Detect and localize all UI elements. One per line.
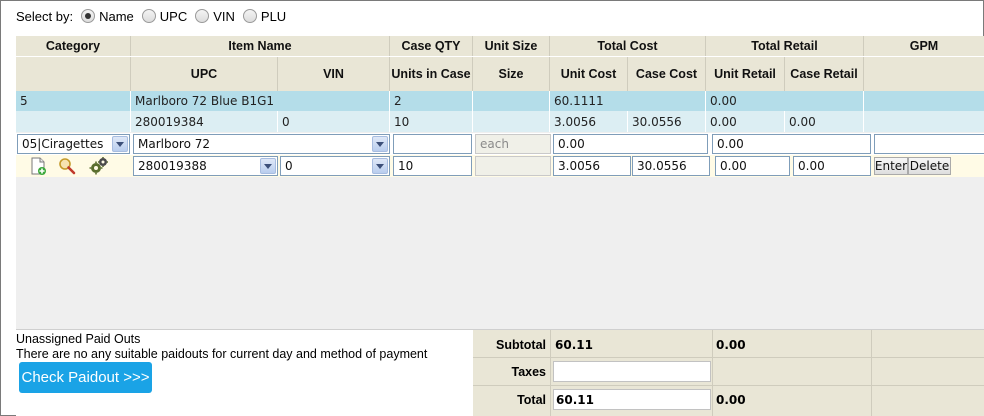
cell-units-in-case: 10 (390, 111, 473, 132)
cell-case-qty: 2 (390, 91, 473, 111)
units-in-case-input[interactable]: 10 (393, 156, 472, 176)
total-retail-value: 0.00 (716, 392, 746, 407)
case-cost-input[interactable]: 30.0556 (632, 156, 710, 176)
subtotal-retail-value: 0.00 (716, 337, 746, 352)
header-unit-size: Unit Size (473, 36, 550, 56)
chevron-down-icon[interactable] (372, 136, 388, 152)
item-name-combobox[interactable]: Marlboro 72 (133, 134, 390, 154)
taxes-label: Taxes (511, 364, 546, 379)
cell-unit-size (473, 91, 550, 111)
table-row[interactable]: 5 Marlboro 72 Blue B1G1 2 60.1111 0.00 (16, 91, 984, 111)
header-item-name: Item Name (131, 36, 390, 56)
radio-name[interactable]: Name (81, 9, 134, 24)
header-vin: VIN (278, 57, 390, 91)
taxes-row: Taxes (473, 358, 984, 385)
select-by-label: Select by: (16, 8, 74, 24)
case-qty-input[interactable] (393, 134, 472, 154)
radio-unselected-icon[interactable] (141, 9, 156, 23)
cell-unit-cost: 3.0056 (550, 111, 628, 132)
cell-vin: 0 (278, 111, 390, 132)
cell-case-retail: 0.00 (785, 111, 864, 132)
gpm-input[interactable] (874, 134, 984, 154)
radio-selected-icon[interactable] (81, 9, 96, 23)
enter-button[interactable]: Enter (874, 157, 908, 175)
totals-panel: Subtotal 60.11 0.00 Taxes Total 60.11 0.… (473, 330, 984, 416)
new-document-icon[interactable] (28, 156, 48, 176)
cell-item-name: Marlboro 72 Blue B1G1 (131, 91, 390, 111)
radio-vin[interactable]: VIN (195, 9, 235, 24)
header-total-cost: Total Cost (550, 36, 706, 56)
header-blank (16, 57, 131, 91)
vin-combobox[interactable]: 0 (280, 156, 390, 176)
cell-size (473, 111, 550, 132)
subtotal-row: Subtotal 60.11 0.00 (473, 331, 984, 358)
window-frame: Select by: Name UPC VIN PLU Category Ite… (0, 0, 984, 416)
cell-blank (864, 111, 984, 132)
search-icon[interactable] (57, 156, 77, 176)
header-blank (864, 57, 984, 91)
select-by-bar: Select by: Name UPC VIN PLU (16, 7, 294, 25)
edit-row-2: 280019388 0 10 3.0056 30.0556 0.00 0.00 … (16, 155, 984, 177)
upc-combobox[interactable]: 280019388 (133, 156, 278, 176)
unit-size-input[interactable]: each (475, 134, 551, 154)
total-label: Total (517, 392, 546, 407)
cell-case-cost: 30.0556 (628, 111, 706, 132)
header-total-retail: Total Retail (706, 36, 864, 56)
header-unit-retail: Unit Retail (706, 57, 785, 91)
subtotal-label: Subtotal (496, 337, 546, 352)
header-category: Category (16, 36, 131, 56)
size-input[interactable] (475, 156, 551, 176)
unit-retail-input[interactable]: 0.00 (715, 156, 790, 176)
header-size: Size (473, 57, 550, 91)
category-select[interactable]: 05|Ciragettes (17, 134, 130, 154)
grid-header-row-1: Category Item Name Case QTY Unit Size To… (16, 36, 984, 56)
cell-total-cost: 60.1111 (550, 91, 706, 111)
edit-row-1: 05|Ciragettes Marlboro 72 each 0.00 0.00 (16, 133, 984, 155)
cell-blank (16, 111, 131, 132)
header-case-cost: Case Cost (628, 57, 706, 91)
items-grid: Category Item Name Case QTY Unit Size To… (16, 36, 984, 329)
total-cost-value: 60.11 (553, 389, 711, 410)
header-upc: UPC (131, 57, 278, 91)
radio-upc[interactable]: UPC (141, 9, 187, 24)
taxes-input[interactable] (553, 361, 711, 382)
table-row[interactable]: 280019384 0 10 3.0056 30.0556 0.00 0.00 (16, 111, 984, 132)
chevron-down-icon[interactable] (112, 136, 128, 152)
subtotal-cost-value: 60.11 (555, 337, 593, 352)
total-row: Total 60.11 0.00 (473, 386, 984, 413)
bottom-panel: Unassigned Paid Outs There are no any su… (16, 329, 984, 416)
header-case-qty: Case QTY (390, 36, 473, 56)
cell-unit-retail: 0.00 (706, 111, 785, 132)
cell-gpm (864, 91, 984, 111)
chevron-down-icon[interactable] (372, 158, 388, 174)
case-retail-input[interactable]: 0.00 (793, 156, 871, 176)
check-paidout-button[interactable]: Check Paidout >>> (19, 362, 152, 393)
cell-total-retail: 0.00 (706, 91, 864, 111)
chevron-down-icon[interactable] (260, 158, 276, 174)
paidouts-title: Unassigned Paid Outs (16, 332, 141, 346)
radio-unselected-icon[interactable] (195, 9, 210, 23)
delete-button[interactable]: Delete (908, 157, 951, 175)
total-cost-input[interactable]: 0.00 (553, 134, 708, 154)
total-retail-input[interactable]: 0.00 (712, 134, 871, 154)
paidouts-message: There are no any suitable paidouts for c… (16, 347, 428, 361)
radio-unselected-icon[interactable] (242, 9, 257, 23)
settings-gears-icon[interactable] (89, 156, 109, 176)
header-case-retail: Case Retail (785, 57, 864, 91)
header-units-in-case: Units in Case (390, 57, 473, 91)
radio-plu[interactable]: PLU (242, 9, 286, 24)
header-unit-cost: Unit Cost (550, 57, 628, 91)
cell-category: 5 (16, 91, 131, 111)
cell-upc: 280019384 (131, 111, 278, 132)
unit-cost-input[interactable]: 3.0056 (553, 156, 631, 176)
grid-header-row-2: UPC VIN Units in Case Size Unit Cost Cas… (16, 56, 984, 91)
header-gpm: GPM (864, 36, 984, 56)
